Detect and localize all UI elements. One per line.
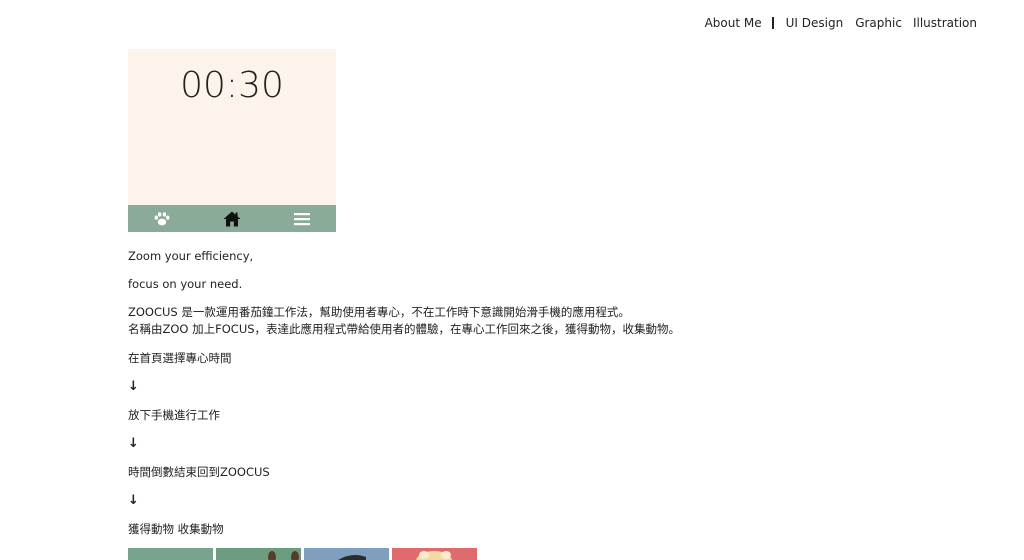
timer-display: 00:30 [180,65,284,106]
step-1: 在首頁選擇專心時間 [128,351,232,365]
arrow-down-icon: ↓ [128,436,139,451]
description-line-2: 名稱由ZOO 加上FOCUS，表達此應用程式帶給使用者的體驗，在專心工作回來之後… [128,322,681,336]
page: About Me UI Design Graphic Illustration … [0,0,1024,560]
tagline-line-1: Zoom your efficiency, [128,249,254,263]
step-3: 時間倒數結束回到ZOOCUS [128,465,270,479]
app-tab-bar [128,205,336,232]
paw-icon[interactable] [152,209,172,229]
arrow-down-icon: ↓ [128,493,139,508]
menu-icon[interactable] [292,209,312,229]
nav-link-ui-design[interactable]: UI Design [786,16,844,30]
animal-thumbnail[interactable] [216,548,301,560]
animal-thumbnail[interactable] [392,548,477,560]
home-icon[interactable] [222,209,242,229]
step-2: 放下手機進行工作 [128,408,220,422]
app-screen-mockup: 00:30 [128,49,336,232]
nav-link-graphic[interactable]: Graphic [855,16,902,30]
arrow-down-icon: ↓ [128,379,139,394]
nav-link-about-me[interactable]: About Me [705,16,762,30]
tagline-line-2: focus on your need. [128,277,243,291]
animal-thumbnail[interactable] [128,548,213,560]
step-4: 獲得動物 收集動物 [128,522,224,536]
top-navigation: About Me UI Design Graphic Illustration [705,16,977,30]
description-line-1: ZOOCUS 是一款運用番茄鐘工作法，幫助使用者專心，不在工作時下意識開始滑手機… [128,305,630,319]
nav-link-illustration[interactable]: Illustration [913,16,977,30]
animal-thumbnail-row [128,548,480,560]
nav-divider [771,17,774,29]
animal-thumbnail[interactable] [304,548,389,560]
